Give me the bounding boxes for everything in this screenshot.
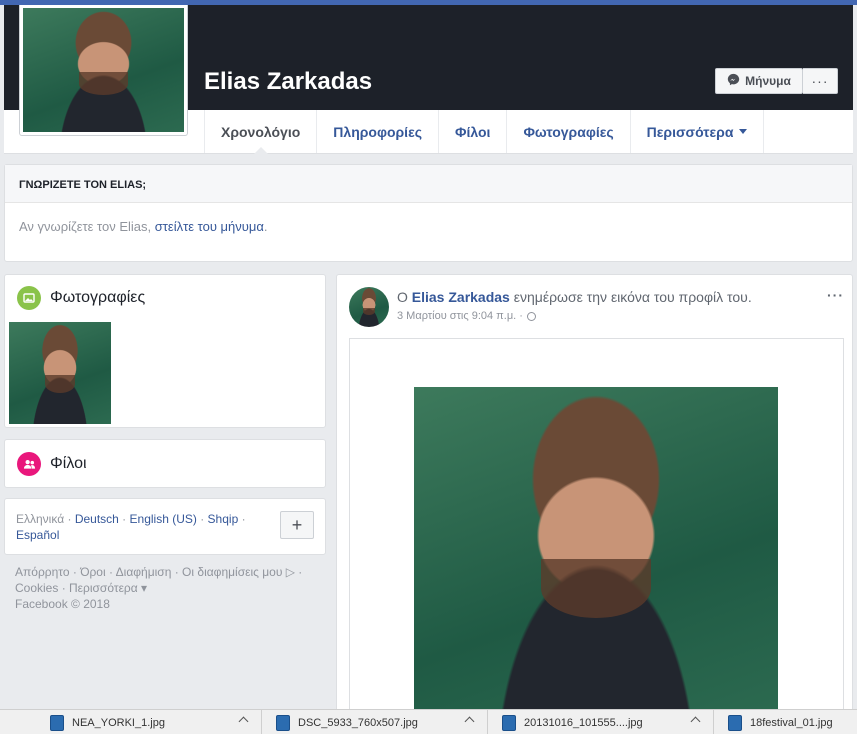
download-item[interactable]: 20131016_101555....jpg [488, 710, 714, 734]
more-options-button[interactable]: ··· [803, 68, 838, 94]
send-message-link[interactable]: στείλτε του μήνυμα [155, 219, 264, 234]
chevron-up-icon[interactable] [690, 716, 701, 727]
message-button-label: Μήνυμα [745, 74, 791, 88]
language-link[interactable]: Deutsch [75, 512, 119, 526]
friends-card-title: Φίλοι [50, 455, 87, 472]
know-person-card: ΓΝΩΡΙΖΕΤΕ ΤΟΝ ELIAS; Αν γνωρίζετε τον El… [4, 164, 853, 262]
download-item[interactable]: 18festival_01.jpg [714, 710, 857, 734]
friends-card-header[interactable]: Φίλοι [17, 452, 87, 476]
tab-label: Περισσότερα [646, 123, 734, 140]
footer-line[interactable]: Cookies · Περισσότερα ▾ [15, 580, 315, 596]
tab-friends[interactable]: Φίλοι [438, 110, 506, 153]
tab-label: Χρονολόγιο [221, 123, 301, 140]
language-card: Ελληνικά · Deutsch · English (US) · Shqi… [4, 498, 326, 555]
tab-photos[interactable]: Φωτογραφίες [506, 110, 629, 153]
language-link[interactable]: Español [16, 528, 59, 542]
know-card-title: ΓΝΩΡΙΖΕΤΕ ΤΟΝ ELIAS; [5, 165, 852, 203]
profile-picture[interactable] [19, 5, 188, 136]
tab-label: Φίλοι [455, 123, 491, 140]
know-card-text: Αν γνωρίζετε τον Elias, στείλτε του μήνυ… [19, 219, 268, 234]
post-media [349, 338, 844, 734]
current-language: Ελληνικά [16, 512, 65, 526]
download-filename: 20131016_101555....jpg [524, 716, 643, 729]
globe-icon [526, 311, 536, 321]
tab-about[interactable]: Πληροφορίες [316, 110, 438, 153]
image-file-icon [276, 714, 290, 731]
chevron-down-icon [739, 129, 748, 134]
post-author-link[interactable]: Elias Zarkadas [412, 289, 510, 305]
footer-copyright: Facebook © 2018 [15, 597, 110, 611]
post-menu-icon[interactable]: ··· [827, 287, 844, 303]
tab-label: Πληροφορίες [333, 123, 422, 140]
post-photo[interactable] [414, 387, 778, 717]
image-file-icon [50, 714, 64, 731]
tab-label: Φωτογραφίες [523, 123, 614, 140]
chevron-up-icon[interactable] [238, 716, 249, 727]
message-button[interactable]: Μήνυμα [715, 68, 803, 94]
footer-line[interactable]: Απόρρητο · Όροι · Διαφήμιση · Οι διαφημί… [15, 564, 315, 580]
image-file-icon [728, 714, 742, 731]
messenger-icon [727, 73, 740, 89]
photos-card-title: Φωτογραφίες [50, 289, 146, 306]
timeline-post: Ο Elias Zarkadas ενημέρωσε την εικόνα το… [336, 274, 853, 734]
download-item[interactable]: NEA_YORKI_1.jpg [36, 710, 262, 734]
photo-thumbnail[interactable] [9, 322, 111, 424]
chevron-up-icon[interactable] [464, 716, 475, 727]
language-links: Ελληνικά · Deutsch · English (US) · Shqi… [16, 512, 246, 542]
post-author-avatar[interactable] [349, 287, 389, 327]
language-link[interactable]: Shqip [208, 512, 239, 526]
profile-tabs: Χρονολόγιο Πληροφορίες Φίλοι Φωτογραφίες… [204, 110, 765, 154]
download-filename: 18festival_01.jpg [750, 716, 833, 729]
tab-timeline[interactable]: Χρονολόγιο [204, 110, 316, 154]
post-timestamp[interactable]: 3 Μαρτίου στις 9:04 π.μ. · [397, 310, 536, 322]
language-link[interactable]: English (US) [130, 512, 197, 526]
more-dots-icon: ··· [811, 73, 829, 89]
plus-icon: + [291, 514, 303, 535]
photo-icon [17, 286, 41, 310]
friends-icon [17, 452, 41, 476]
tab-more[interactable]: Περισσότερα [629, 110, 765, 153]
friends-card: Φίλοι [4, 439, 326, 488]
footer-links: Απόρρητο · Όροι · Διαφήμιση · Οι διαφημί… [15, 564, 315, 612]
download-bar: NEA_YORKI_1.jpg DSC_5933_760x507.jpg 201… [0, 709, 857, 734]
photos-card-header[interactable]: Φωτογραφίες [17, 286, 145, 310]
image-file-icon [502, 714, 516, 731]
download-item[interactable]: DSC_5933_760x507.jpg [262, 710, 488, 734]
post-header: Ο Elias Zarkadas ενημέρωσε την εικόνα το… [397, 289, 752, 305]
download-filename: DSC_5933_760x507.jpg [298, 716, 418, 729]
profile-name[interactable]: Elias Zarkadas [204, 68, 372, 96]
add-language-button[interactable]: + [280, 511, 314, 539]
profile-photo-image [23, 8, 184, 132]
download-filename: NEA_YORKI_1.jpg [72, 716, 165, 729]
photos-card: Φωτογραφίες [4, 274, 326, 428]
